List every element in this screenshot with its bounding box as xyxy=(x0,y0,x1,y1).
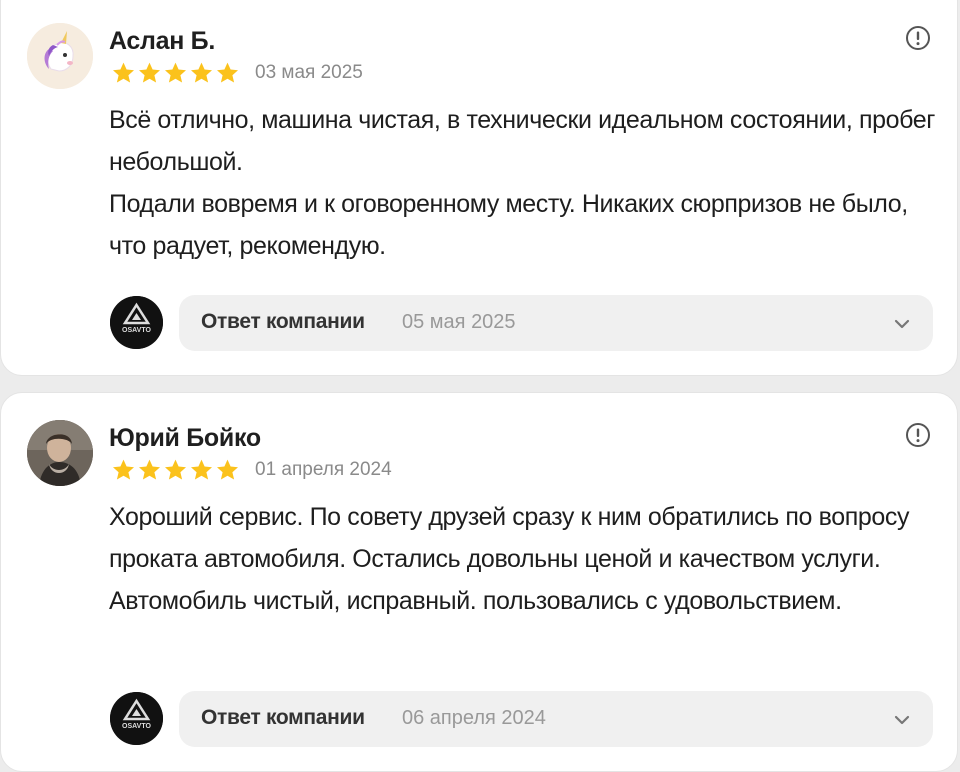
star-icon xyxy=(139,459,160,480)
reply-label: Ответ компании xyxy=(201,706,365,729)
star-icon xyxy=(191,62,212,83)
review-text-line: Всё отлично, машина чистая, в технически… xyxy=(109,106,935,176)
author-name[interactable]: Юрий Бойко xyxy=(109,424,261,453)
review-card: Юрий Бойко 01 апреля 2024 Хороший сервис… xyxy=(0,392,958,772)
star-icon xyxy=(217,459,238,480)
logo-text: OSAVTO xyxy=(122,327,151,334)
chevron-down-icon xyxy=(894,319,910,329)
avatar[interactable] xyxy=(27,420,93,486)
reply-date: 05 мая 2025 xyxy=(402,311,516,333)
complain-button[interactable] xyxy=(905,25,931,51)
osavto-logo-icon: OSAVTO xyxy=(110,296,163,349)
reply-date: 06 апреля 2024 xyxy=(402,707,546,729)
star-icon xyxy=(191,459,212,480)
review-text: Хороший сервис. По совету друзей сразу к… xyxy=(109,496,939,622)
avatar[interactable] xyxy=(27,23,93,89)
exclamation-circle-icon xyxy=(906,423,930,447)
author-name[interactable]: Аслан Б. xyxy=(109,27,215,56)
osavto-logo-icon: OSAVTO xyxy=(110,692,163,745)
company-logo[interactable]: OSAVTO xyxy=(110,296,163,349)
logo-text: OSAVTO xyxy=(122,723,151,730)
star-icon xyxy=(113,62,134,83)
review-card: Аслан Б. 03 мая 2025 Всё отлично, машина… xyxy=(0,0,958,376)
star-icon xyxy=(217,62,238,83)
complain-button[interactable] xyxy=(905,422,931,448)
review-date: 03 мая 2025 xyxy=(255,62,363,83)
review-text-line: Хороший сервис. По совету друзей сразу к… xyxy=(109,503,910,615)
review-text: Всё отлично, машина чистая, в технически… xyxy=(109,99,939,267)
star-icon xyxy=(139,62,160,83)
rating-stars xyxy=(111,61,240,85)
review-text-line: Подали вовремя и к оговоренному месту. Н… xyxy=(109,190,908,260)
star-icon xyxy=(113,459,134,480)
company-logo[interactable]: OSAVTO xyxy=(110,692,163,745)
company-reply-toggle[interactable]: Ответ компании 06 апреля 2024 xyxy=(179,691,933,747)
company-reply-toggle[interactable]: Ответ компании 05 мая 2025 xyxy=(179,295,933,351)
star-icon xyxy=(165,459,186,480)
rating-stars xyxy=(111,458,240,482)
review-date: 01 апреля 2024 xyxy=(255,459,392,480)
reply-label: Ответ компании xyxy=(201,310,365,333)
star-icon xyxy=(165,62,186,83)
reviews-feed: Аслан Б. 03 мая 2025 Всё отлично, машина… xyxy=(0,0,960,772)
user-photo-avatar-icon xyxy=(27,420,93,486)
exclamation-circle-icon xyxy=(906,26,930,50)
unicorn-avatar-icon xyxy=(27,23,93,89)
chevron-down-icon xyxy=(894,715,910,725)
